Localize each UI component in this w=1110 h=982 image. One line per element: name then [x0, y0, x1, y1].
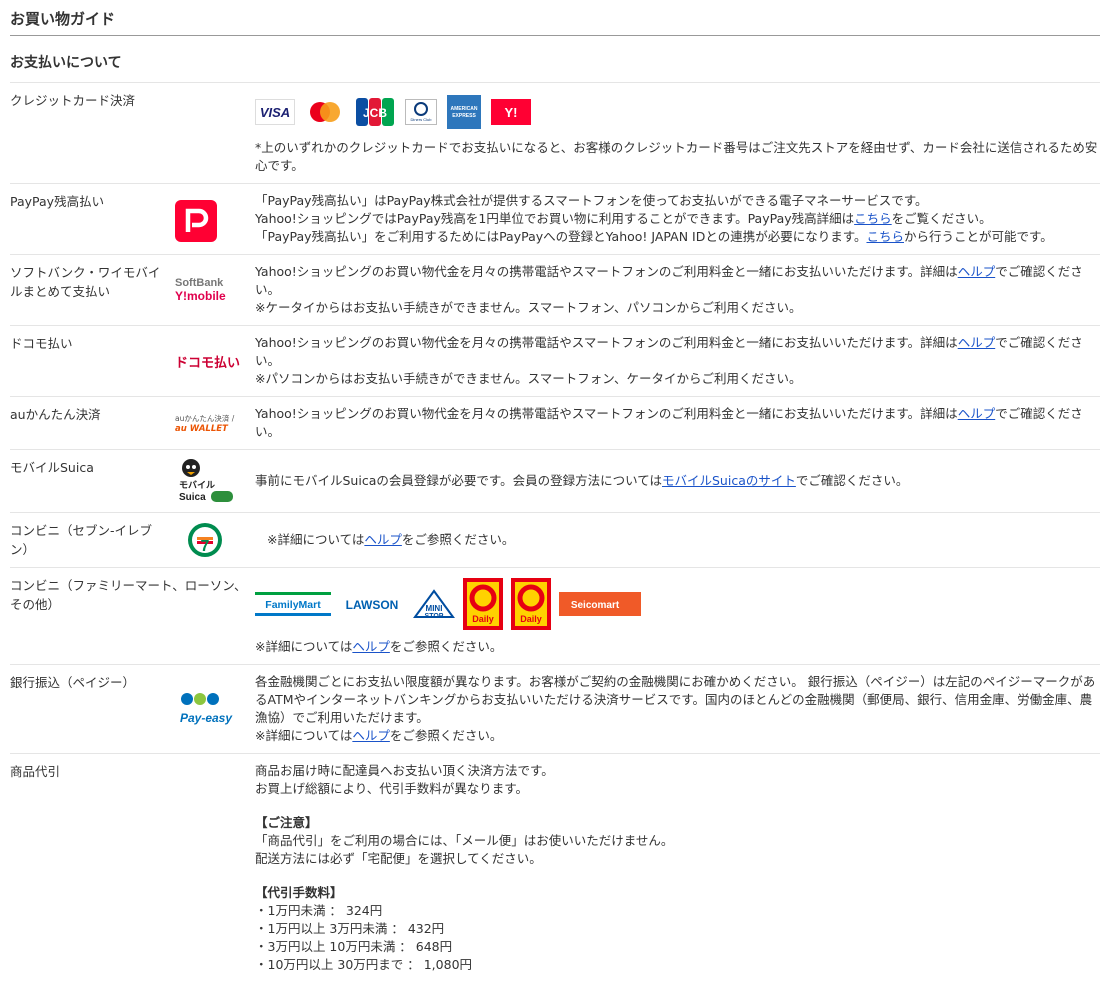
- suica-icon: モバイル Suica: [179, 459, 233, 503]
- yahoo-card-icon: Y!: [491, 99, 531, 125]
- ministop-icon: MINISTOP: [413, 589, 455, 619]
- fee-item: ・3万円以上 10万円未満 ： 648円: [255, 939, 453, 954]
- diners-icon: Diners Club: [405, 99, 437, 125]
- credit-note: *上のいずれかのクレジットカードでお支払いになると、お客様のクレジットカード番号…: [255, 140, 1098, 173]
- payment-row-seven: コンビニ（セブン-イレブン） 7 ※詳細についてはヘルプをご参照ください。: [10, 513, 1100, 568]
- payment-row-suica: モバイルSuica モバイル Suica 事前にモバイルSuicaの会員登録が必要…: [10, 450, 1100, 513]
- daily-yamazaki-icon: Daily: [463, 578, 503, 630]
- softbank-help-link[interactable]: ヘルプ: [958, 264, 996, 279]
- convenience-logos: FamilyMart LAWSON MINI STOP Daily Daily S…: [255, 578, 1100, 630]
- payeasy-help-link[interactable]: ヘルプ: [352, 728, 390, 743]
- visa-icon: VISA: [255, 99, 295, 125]
- payment-name: コンビニ（セブン-イレブン）: [10, 523, 153, 557]
- yamazaki-daily-store-icon: Daily: [511, 578, 551, 630]
- paypay-register-link[interactable]: こちら: [866, 229, 904, 244]
- payment-name: クレジットカード決済: [10, 93, 136, 108]
- svg-text:EXPRESS: EXPRESS: [452, 113, 476, 119]
- payment-name: PayPay残高払い: [10, 194, 105, 209]
- paypay-icon: [175, 200, 217, 242]
- payment-row-cod: 商品代引 商品お届け時に配達員へお支払い頂く決済方法です。 お買上げ総額により、…: [10, 754, 1100, 982]
- svg-text:VISA: VISA: [260, 105, 290, 120]
- svg-text:Suica: Suica: [179, 492, 206, 503]
- convenience-help-link[interactable]: ヘルプ: [352, 639, 390, 654]
- payment-name: auかんたん決済: [10, 407, 101, 422]
- svg-text:AMERICAN: AMERICAN: [451, 106, 478, 112]
- caution-heading: 【ご注意】: [255, 815, 318, 830]
- svg-text:Seicomart: Seicomart: [571, 600, 620, 611]
- payment-name: 商品代引: [10, 764, 61, 779]
- payment-name: 銀行振込（ペイジー）: [10, 675, 136, 690]
- payment-row-credit: クレジットカード決済 VISA JCB Diners Club AMERICAN…: [10, 83, 1100, 184]
- seven-help-link[interactable]: ヘルプ: [364, 532, 402, 547]
- fee-item: ・1万円未満 ： 324円: [255, 903, 383, 918]
- seven-eleven-icon: 7: [188, 523, 222, 557]
- payment-row-paypay: PayPay残高払い 「PayPay残高払い」はPayPay株式会社が提供するス…: [10, 184, 1100, 255]
- au-help-link[interactable]: ヘルプ: [958, 406, 996, 421]
- svg-text:STOP: STOP: [425, 613, 444, 619]
- suica-site-link[interactable]: モバイルSuicaのサイト: [662, 473, 796, 488]
- paypay-line1: 「PayPay残高払い」はPayPay株式会社が提供するスマートフォンを使ってお…: [255, 193, 928, 208]
- svg-text:Pay-easy: Pay-easy: [180, 711, 233, 725]
- lawson-icon: LAWSON: [346, 598, 399, 612]
- page-title: お買い物ガイド: [10, 0, 1100, 36]
- jcb-icon: JCB: [356, 98, 394, 126]
- seicomart-icon: Seicomart: [559, 592, 641, 616]
- svg-text:7: 7: [201, 538, 210, 555]
- payeasy-icon: Pay-easy: [180, 693, 233, 725]
- svg-text:JCB: JCB: [363, 106, 387, 120]
- svg-text:Diners Club: Diners Club: [411, 117, 433, 122]
- svg-text:Daily: Daily: [520, 614, 542, 624]
- ymobile-logo: Y!mobile: [175, 289, 226, 303]
- svg-text:FamilyMart: FamilyMart: [265, 599, 321, 611]
- payment-name: ドコモ払い: [10, 336, 73, 351]
- softbank-logo: SoftBank: [175, 277, 224, 289]
- fee-item: ・10万円以上 30万円まで ： 1,080円: [255, 957, 473, 972]
- fee-item: ・1万円以上 3万円未満 ： 432円: [255, 921, 445, 936]
- payment-row-softbank: ソフトバンク・ワイモバイルまとめて支払い SoftBank Y!mobile Y…: [10, 255, 1100, 326]
- svg-text:モバイル: モバイル: [179, 480, 215, 490]
- docomo-logo: ドコモ払い: [175, 355, 241, 371]
- payment-row-au: auかんたん決済 auかんたん決済 / au WALLET Yahoo!ショッピ…: [10, 397, 1100, 450]
- svg-text:Y!: Y!: [505, 105, 518, 120]
- payment-row-convenience: コンビニ（ファミリーマート、ローソン、その他） FamilyMart LAWSO…: [10, 568, 1100, 665]
- au-logo: auかんたん決済 /: [175, 413, 235, 423]
- section-title: お支払いについて: [10, 36, 1100, 83]
- payment-row-payeasy: 銀行振込（ペイジー） Pay-easy 各金融機関ごとにお支払い限度額が異なりま…: [10, 665, 1100, 754]
- docomo-help-link[interactable]: ヘルプ: [958, 335, 996, 350]
- payeasy-desc: 各金融機関ごとにお支払い限度額が異なります。お客様がご契約の金融機関にお確かめく…: [255, 674, 1096, 725]
- svg-text:LAWSON: LAWSON: [346, 598, 399, 612]
- payment-name: ソフトバンク・ワイモバイルまとめて支払い: [10, 265, 161, 299]
- paypay-detail-link[interactable]: こちら: [854, 211, 892, 226]
- payment-row-docomo: ドコモ払い ドコモ払い Yahoo!ショッピングのお買い物代金を月々の携帯電話や…: [10, 326, 1100, 397]
- familymart-icon: FamilyMart: [255, 592, 331, 616]
- fee-heading: 【代引手数料】: [255, 885, 343, 900]
- svg-text:MINI: MINI: [426, 604, 443, 613]
- mastercard-icon: [310, 102, 340, 122]
- amex-icon: AMERICANEXPRESS: [447, 95, 481, 129]
- au-wallet-logo: au WALLET: [175, 423, 228, 434]
- payment-name: モバイルSuica: [10, 460, 94, 475]
- payment-name: コンビニ（ファミリーマート、ローソン、その他）: [10, 578, 247, 612]
- svg-text:Daily: Daily: [472, 614, 494, 624]
- card-logos: VISA JCB Diners Club AMERICAN EXPRESS Y!: [255, 95, 1100, 129]
